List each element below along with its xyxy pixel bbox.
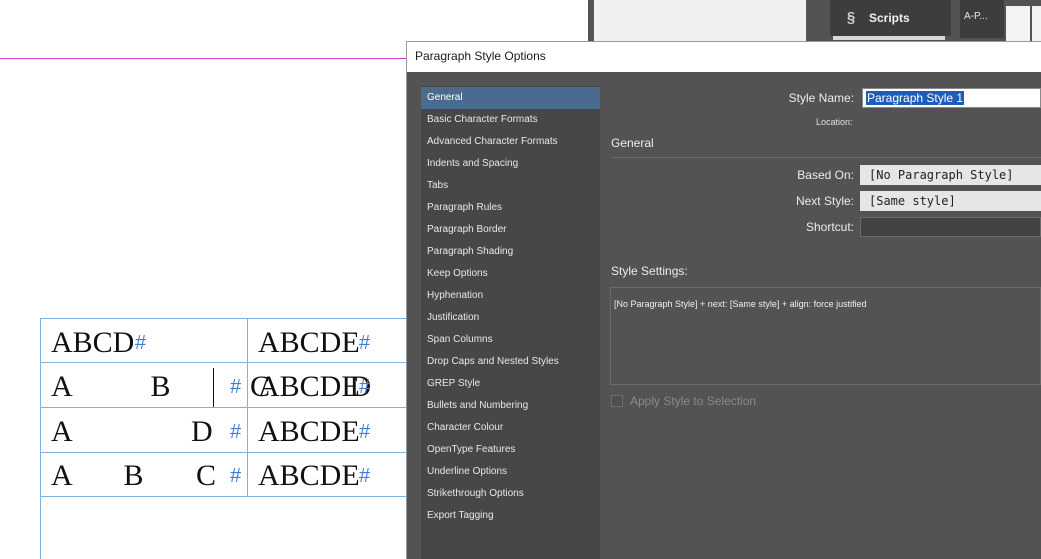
end-of-story-mark: # [359, 376, 371, 398]
end-of-story-mark: # [359, 421, 371, 443]
margin-guide [0, 58, 410, 59]
nav-item-tabs[interactable]: Tabs [421, 175, 600, 197]
end-of-story-mark: # [359, 465, 371, 487]
nav-item-indents-and-spacing[interactable]: Indents and Spacing [421, 153, 600, 175]
table-cell-text[interactable]: A D [51, 417, 213, 447]
nav-item-opentype-features[interactable]: OpenType Features [421, 439, 600, 461]
table-cell-text[interactable]: A B C [51, 461, 216, 491]
nav-item-advanced-character-formats[interactable]: Advanced Character Formats [421, 131, 600, 153]
shortcut-label: Shortcut: [805, 220, 854, 234]
nav-item-keep-options[interactable]: Keep Options [421, 263, 600, 285]
panel-swatch [1006, 6, 1030, 42]
end-of-story-mark: # [359, 332, 371, 354]
nav-item-paragraph-rules[interactable]: Paragraph Rules [421, 197, 600, 219]
style-name-label: Style Name: [788, 91, 854, 105]
table-column-divider [247, 318, 248, 497]
style-name-value: Paragraph Style 1 [866, 91, 965, 105]
nav-item-grep-style[interactable]: GREP Style [421, 373, 600, 395]
nav-item-strikethrough-options[interactable]: Strikethrough Options [421, 483, 600, 505]
ap-tab-label: A-P... [964, 11, 988, 22]
nav-item-hyphenation[interactable]: Hyphenation [421, 285, 600, 307]
scripts-icon: § [846, 9, 856, 26]
scripts-panel-tab[interactable]: § Scripts [830, 0, 951, 36]
apply-style-label[interactable]: Apply Style to Selection [630, 394, 756, 408]
end-of-story-mark: # [135, 332, 147, 354]
dialog-title[interactable]: Paragraph Style Options [415, 49, 546, 63]
table-row-divider [40, 452, 410, 453]
nav-item-bullets-and-numbering[interactable]: Bullets and Numbering [421, 395, 600, 417]
nav-item-character-colour[interactable]: Character Colour [421, 417, 600, 439]
table-row-divider [40, 362, 410, 363]
table-cell-text[interactable]: ABCDE [258, 372, 360, 402]
scripts-tab-indicator [833, 36, 945, 40]
nav-item-paragraph-shading[interactable]: Paragraph Shading [421, 241, 600, 263]
a-pages-panel-tab[interactable]: A-P... [960, 0, 1004, 38]
table-row-divider [40, 496, 410, 497]
end-of-story-mark: # [230, 421, 242, 443]
location-label: Location: [816, 117, 853, 127]
nav-item-general[interactable]: General [421, 87, 600, 109]
next-style-label: Next Style: [795, 194, 854, 208]
table-cell-text[interactable]: ABCDE [258, 417, 360, 447]
nav-item-justification[interactable]: Justification [421, 307, 600, 329]
table-cell-text[interactable]: ABCDE [258, 461, 360, 491]
table-cell-text[interactable]: ABCDE [258, 328, 360, 358]
based-on-label: Based On: [797, 168, 854, 182]
style-settings-text: [No Paragraph Style] + next: [Same style… [614, 299, 867, 309]
shortcut-input[interactable] [860, 217, 1041, 237]
next-style-dropdown[interactable]: [Same style] [860, 191, 1041, 211]
style-name-input[interactable]: Paragraph Style 1 [862, 88, 1041, 108]
table-cell-text[interactable]: ABCD [51, 328, 134, 358]
section-divider [611, 157, 1041, 158]
scripts-tab-label: Scripts [869, 11, 910, 25]
nav-item-paragraph-border[interactable]: Paragraph Border [421, 219, 600, 241]
end-of-story-mark: # [230, 376, 242, 398]
nav-item-underline-options[interactable]: Underline Options [421, 461, 600, 483]
style-settings-label: Style Settings: [611, 264, 688, 278]
text-cursor [213, 368, 214, 407]
panel-area [594, 0, 806, 42]
end-of-story-mark: # [230, 465, 242, 487]
nav-item-span-columns[interactable]: Span Columns [421, 329, 600, 351]
nav-item-basic-character-formats[interactable]: Basic Character Formats [421, 109, 600, 131]
nav-item-drop-caps-and-nested-styles[interactable]: Drop Caps and Nested Styles [421, 351, 600, 373]
apply-style-checkbox[interactable] [611, 395, 623, 407]
nav-item-export-tagging[interactable]: Export Tagging [421, 505, 600, 527]
section-heading: General [611, 136, 654, 150]
panel-swatch [1032, 6, 1041, 42]
table-row-divider [40, 407, 410, 408]
based-on-dropdown[interactable]: [No Paragraph Style] [860, 165, 1041, 185]
